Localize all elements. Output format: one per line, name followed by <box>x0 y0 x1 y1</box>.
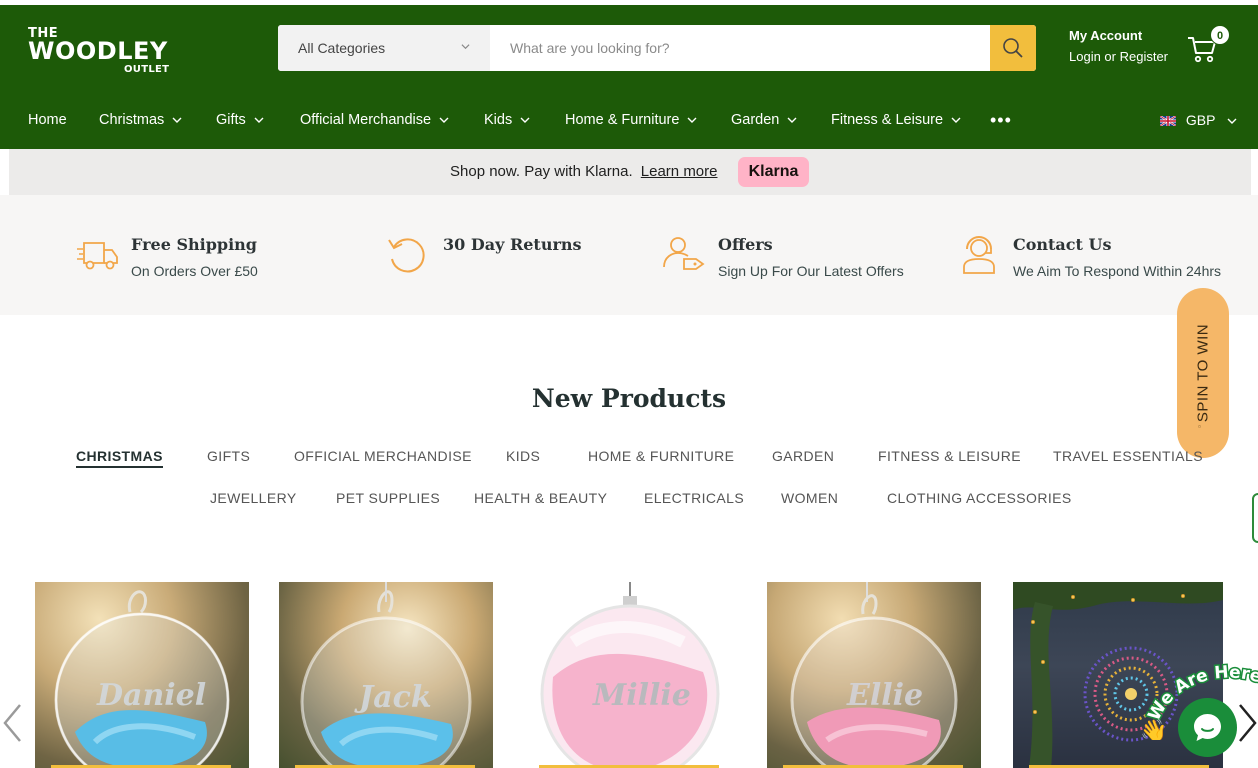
cart-count-badge: 0 <box>1210 25 1230 45</box>
tab-kids[interactable]: KIDS <box>506 448 540 464</box>
bauble-image <box>54 590 230 768</box>
tab-pet-supplies[interactable]: PET SUPPLIES <box>336 490 440 506</box>
chat-button[interactable] <box>1178 698 1237 757</box>
side-widget-handle[interactable] <box>1252 493 1258 543</box>
uk-flag-icon <box>1160 116 1176 127</box>
nav-item-label: Garden <box>731 112 780 128</box>
search-input[interactable] <box>490 25 990 71</box>
learn-more-link[interactable]: Learn more <box>641 163 718 180</box>
site-header: THE WOODLEY OUTLET All Categories My Acc… <box>0 5 1258 149</box>
product-card-ellie[interactable]: Ellie <box>767 582 981 768</box>
tab-health-beauty[interactable]: HEALTH & BEAUTY <box>474 490 607 506</box>
nav-item-label: Christmas <box>99 112 165 128</box>
tab-women[interactable]: WOMEN <box>781 490 838 506</box>
search-bar: All Categories <box>278 25 1036 71</box>
category-select-label: All Categories <box>298 40 386 56</box>
bauble-image <box>300 582 472 768</box>
account-title: My Account <box>1069 28 1143 43</box>
gift-icon: ▫ <box>1198 422 1201 431</box>
tab-official-merchandise[interactable]: OFFICIAL MERCHANDISE <box>294 448 472 464</box>
main-nav: Home Christmas Gifts Official Merchandis… <box>0 105 1258 135</box>
nav-item-label: Fitness & Leisure <box>831 112 944 128</box>
chevron-down-icon <box>254 117 264 124</box>
bauble-name: Jack <box>359 680 432 715</box>
tab-christmas[interactable]: CHRISTMAS <box>76 448 163 468</box>
spin-to-win-tab[interactable]: SPIN TO WIN ▫ <box>1177 288 1229 458</box>
feature-title: 30 Day Returns <box>443 235 582 254</box>
nav-more-button[interactable]: ••• <box>990 105 1012 135</box>
tab-electricals[interactable]: ELECTRICALS <box>644 490 744 506</box>
login-register-link[interactable]: Login or Register <box>1069 49 1168 64</box>
tab-home-furniture[interactable]: HOME & FURNITURE <box>588 448 734 464</box>
klarna-banner: Shop now. Pay with Klarna. Learn more Kl… <box>9 149 1251 195</box>
bauble-name: Daniel <box>97 678 207 713</box>
category-select[interactable]: All Categories <box>278 25 490 71</box>
waving-hand-icon: 👋 <box>1140 718 1167 740</box>
feature-subtitle: Sign Up For Our Latest Offers <box>718 263 904 279</box>
klarna-text: Shop now. Pay with Klarna. <box>450 163 633 180</box>
nav-item-christmas[interactable]: Christmas <box>99 105 182 135</box>
bauble-image <box>540 582 720 768</box>
chevron-down-icon <box>1227 118 1237 125</box>
nav-item-home-furniture[interactable]: Home & Furniture <box>565 105 697 135</box>
headset-icon <box>963 236 995 274</box>
logo-line-3: OUTLET <box>124 64 170 75</box>
tab-fitness-leisure[interactable]: FITNESS & LEISURE <box>878 448 1021 464</box>
currency-selector[interactable]: GBP <box>1160 105 1237 135</box>
currency-label: GBP <box>1185 112 1216 128</box>
page: THE WOODLEY OUTLET All Categories My Acc… <box>0 0 1258 768</box>
nav-item-label: Gifts <box>216 112 246 128</box>
nav-item-gifts[interactable]: Gifts <box>216 105 264 135</box>
nav-item-label: Home & Furniture <box>565 112 680 128</box>
nav-item-kids[interactable]: Kids <box>484 105 530 135</box>
bauble-name: Millie <box>593 678 691 713</box>
tab-garden[interactable]: GARDEN <box>772 448 834 464</box>
delivery-truck-icon <box>77 242 118 270</box>
feature-subtitle: We Aim To Respond Within 24hrs <box>1013 263 1222 279</box>
chevron-down-icon <box>787 117 797 124</box>
nav-item-home[interactable]: Home <box>28 105 67 135</box>
nav-item-fitness-leisure[interactable]: Fitness & Leisure <box>831 105 961 135</box>
feature-title: Free Shipping <box>131 235 257 254</box>
nav-item-label: Official Merchandise <box>300 112 432 128</box>
chevron-down-icon <box>439 117 449 124</box>
tab-jewellery[interactable]: JEWELLERY <box>210 490 297 506</box>
user-tag-icon <box>663 237 705 270</box>
chevron-down-icon <box>951 117 961 124</box>
search-button[interactable] <box>990 25 1036 71</box>
feature-title: Offers <box>718 235 773 254</box>
chevron-down-icon <box>172 117 182 124</box>
section-title: New Products <box>531 384 727 413</box>
site-logo[interactable]: THE WOODLEY OUTLET <box>28 23 178 75</box>
feature-subtitle: On Orders Over £50 <box>131 263 258 279</box>
product-card-daniel[interactable]: Daniel <box>35 582 249 768</box>
carousel-prev-arrow[interactable] <box>0 702 24 744</box>
product-card-millie[interactable]: Millie <box>523 582 737 768</box>
account-menu[interactable]: My Account Login or Register <box>1069 28 1168 64</box>
chevron-down-icon <box>461 44 470 50</box>
feature-title: Contact Us <box>1013 235 1112 254</box>
klarna-text-wrap: Shop now. Pay with Klarna. Learn more <box>450 149 718 195</box>
nav-item-official-merchandise[interactable]: Official Merchandise <box>300 105 449 135</box>
chevron-down-icon <box>520 117 530 124</box>
search-icon <box>1003 38 1023 58</box>
features-strip: Free Shipping On Orders Over £50 30 Day … <box>0 195 1258 315</box>
chevron-down-icon <box>687 117 697 124</box>
klarna-badge: Klarna <box>738 157 809 187</box>
tab-gifts[interactable]: GIFTS <box>207 448 250 464</box>
tab-clothing-accessories[interactable]: CLOTHING ACCESSORIES <box>887 490 1072 506</box>
logo-line-2: WOODLEY <box>28 37 168 65</box>
nav-item-garden[interactable]: Garden <box>731 105 797 135</box>
nav-item-label: Home <box>28 112 67 128</box>
tab-travel-essentials[interactable]: TRAVEL ESSENTIALS <box>1053 448 1203 464</box>
bauble-name: Ellie <box>847 678 924 713</box>
cart-button[interactable]: 0 <box>1187 25 1230 65</box>
bauble-image <box>790 582 958 768</box>
nav-item-label: Kids <box>484 112 513 128</box>
product-card-jack[interactable]: Jack <box>279 582 493 768</box>
return-arrow-icon <box>388 238 425 273</box>
chat-bubble-icon <box>1194 714 1221 741</box>
